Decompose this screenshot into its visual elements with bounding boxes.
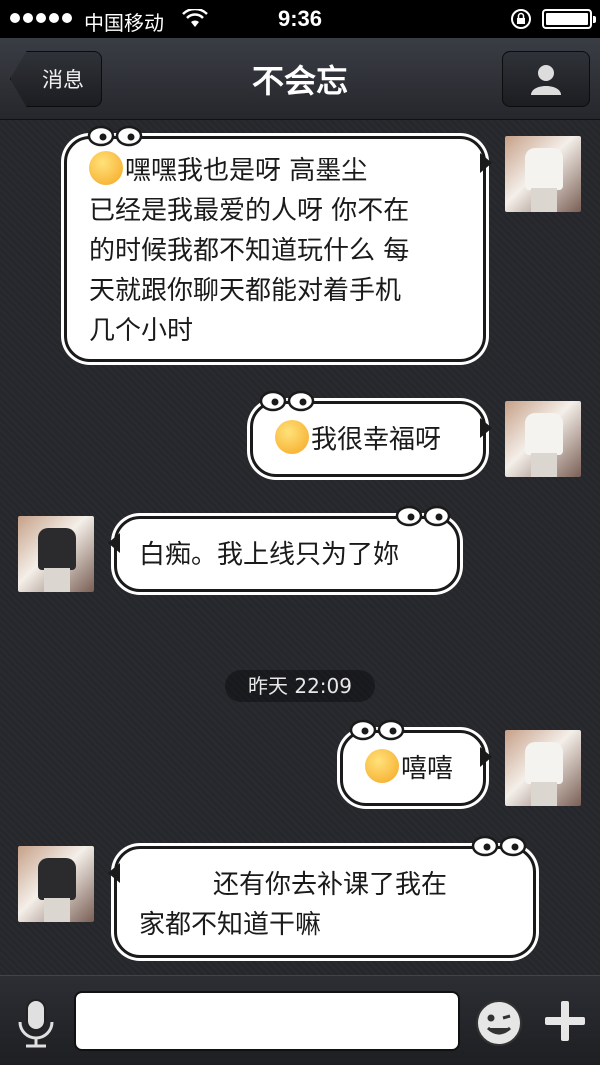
message-text: 我很幸福呀: [275, 420, 441, 460]
smiley-emoji-icon: [275, 420, 309, 454]
avatar[interactable]: [18, 846, 94, 922]
message-bubble[interactable]: 还有你去补课了我在 家都不知道干嘛: [108, 835, 536, 958]
message-bubble[interactable]: 嘻嘻: [340, 719, 492, 806]
battery-icon: [542, 9, 596, 29]
message-bubble[interactable]: 白痴。我上线只为了妳: [108, 505, 460, 592]
input-bar: [0, 975, 600, 1065]
plus-icon[interactable]: [542, 998, 588, 1044]
message-text: 还有你去补课了我在 家都不知道干嘛: [139, 870, 448, 940]
message-text: 白痴。我上线只为了妳: [139, 540, 400, 570]
message-text: 嘿嘿我也是呀 高墨尘 已经是我最爱的人呀 你不在 的时候我都不知道玩什么 每 天…: [89, 151, 409, 351]
chat-area[interactable]: 嘿嘿我也是呀 高墨尘 已经是我最爱的人呀 你不在 的时候我都不知道玩什么 每 天…: [0, 120, 600, 975]
cartoon-eyes-icon: [349, 719, 405, 741]
nav-bar: 消息 不会忘: [0, 38, 600, 120]
cartoon-eyes-icon: [471, 835, 527, 857]
chat-title: 不会忘: [251, 62, 348, 100]
message-input[interactable]: [74, 991, 460, 1051]
profile-icon: [531, 65, 561, 95]
cartoon-eyes-icon: [87, 125, 143, 147]
message-bubble[interactable]: 嘿嘿我也是呀 高墨尘 已经是我最爱的人呀 你不在 的时候我都不知道玩什么 每 天…: [64, 125, 492, 362]
timestamp-divider: 昨天 22:09: [225, 670, 375, 702]
cartoon-eyes-icon: [259, 390, 315, 412]
avatar[interactable]: [505, 730, 581, 806]
back-button[interactable]: 消息: [10, 51, 102, 107]
message-bubble[interactable]: 我很幸福呀: [250, 390, 492, 477]
message-text: 嘻嘻: [365, 749, 453, 789]
status-bar: 中国移动 9:36: [0, 0, 600, 38]
cartoon-eyes-icon: [395, 505, 451, 527]
smiley-emoji-icon: [89, 151, 123, 185]
avatar[interactable]: [505, 136, 581, 212]
smiley-emoji-icon: [365, 749, 399, 783]
emoji-icon[interactable]: [474, 998, 524, 1048]
avatar[interactable]: [18, 516, 94, 592]
avatar[interactable]: [505, 401, 581, 477]
lock-rotation-icon: [511, 9, 531, 29]
microphone-icon[interactable]: [14, 998, 58, 1048]
profile-button[interactable]: [502, 51, 590, 107]
